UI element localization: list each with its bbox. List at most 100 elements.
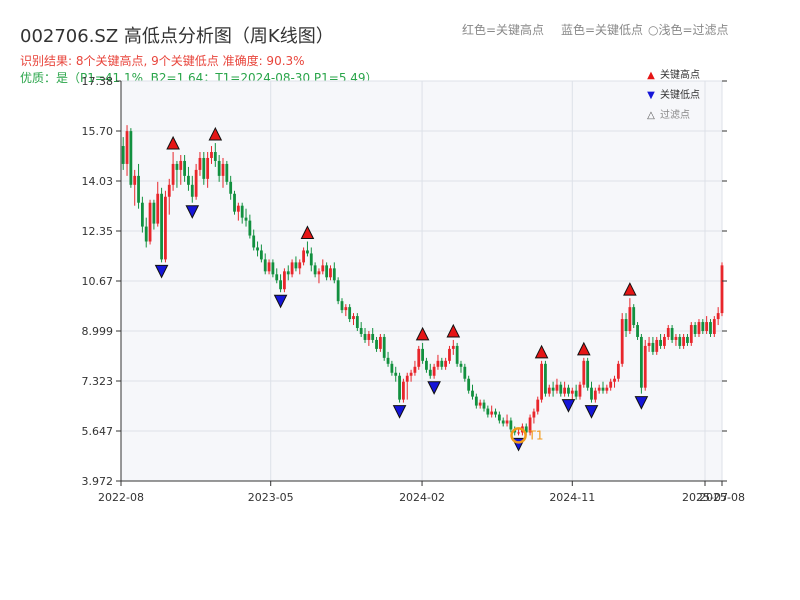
candle-body [294,262,298,269]
candle-body [394,372,398,376]
candle-body [474,396,478,406]
candle-body [609,381,613,388]
candle-body [286,271,290,275]
legend-item-high: ▲ 关键高点 [645,66,700,81]
y-tick-label: 15.70 [82,125,114,138]
candle-body [259,250,263,260]
legend-filtered-label: 过滤点 [660,110,690,121]
candle-body [148,202,152,242]
candle-body [574,390,578,397]
legend-low-label: 关键低点 [660,90,700,101]
candle-body [636,325,639,337]
candle-body [283,271,286,290]
y-tick-label: 14.03 [82,175,114,188]
x-tick-label: 2023-05 [248,491,294,504]
x-tick-label: 2024-02 [399,491,445,504]
candle-body [701,322,705,331]
candle-body [248,220,252,236]
candle-body [440,360,444,367]
candle-body [137,175,140,203]
candle-body [563,387,567,394]
candle-body [532,411,536,418]
candle-body [428,369,432,376]
candle-body [206,157,210,179]
candle-body [509,420,513,430]
candle-body [590,387,593,400]
candle-body [651,342,655,352]
candle-body [597,387,601,391]
candle-body [190,184,194,197]
candle-body [663,336,666,346]
candle-body [263,259,267,272]
candle-body [536,399,540,412]
candle-body [409,372,413,376]
candle-body [210,152,213,158]
candle-body [490,411,494,415]
candle-body [279,280,282,290]
candle-body [367,333,371,340]
candle-body [121,146,125,164]
candle-body [144,226,148,242]
legend-item-low: ▼ 关键低点 [645,86,700,101]
candle-body [455,345,459,364]
candle-body [275,274,279,281]
candle-body [363,333,367,340]
candle-body [678,336,682,346]
candle-body [313,265,317,275]
candle-body [252,235,256,248]
y-tick-label: 12.35 [82,225,114,238]
candle-body [559,384,563,394]
candle-body [712,319,716,334]
x-tick-label: 2024-11 [549,491,595,504]
candle-body [217,160,221,176]
candle-body [390,363,394,373]
candle-body [628,307,632,331]
y-tick-label: 3.972 [82,475,114,488]
candle-body [593,390,597,400]
red-triangle-up-icon: ▲ [647,70,655,81]
candle-body [133,175,137,185]
candle-body [547,387,551,394]
candle-body [348,307,352,320]
candle-body [639,336,643,388]
candle-body [271,262,275,275]
candle-body [179,160,183,170]
candle-body [194,169,198,197]
candle-body [432,366,436,376]
candle-body [570,390,574,394]
candle-body [689,325,693,343]
y-tick-label: 10.67 [82,275,114,288]
candle-body [693,325,697,334]
candle-body [233,193,236,212]
blue-triangle-down-icon: ▼ [647,90,655,101]
hollow-triangle-icon: △ [647,110,655,121]
candle-body [290,262,294,275]
candle-body [359,328,363,334]
candle-body [448,348,451,361]
candle-body [647,342,651,346]
candle-body [459,363,463,367]
candle-body [302,250,306,263]
candle-body [540,363,543,400]
candle-body [229,181,233,194]
candle-body [183,160,187,176]
candle-body [213,152,217,161]
candle-body [682,336,686,346]
candle-body [167,184,171,197]
candle-body [202,157,206,179]
candle-body [321,265,325,272]
candle-body [601,387,605,391]
candle-body [444,360,448,367]
x-axis-ticks: 2022-08 2023-05 2024-02 2024-11 2025-072025-… [98,481,745,504]
legend-high-label: 关键高点 [660,70,700,81]
candle-body [482,402,486,409]
candle-body [505,420,509,424]
candle-body [398,375,401,400]
y-tick-label: 8.999 [82,325,114,338]
candle-body [551,387,555,391]
candle-body [378,336,382,349]
candle-body [236,205,240,212]
candle-body [670,328,674,340]
candle-body [497,414,501,421]
candle-body [164,196,167,260]
